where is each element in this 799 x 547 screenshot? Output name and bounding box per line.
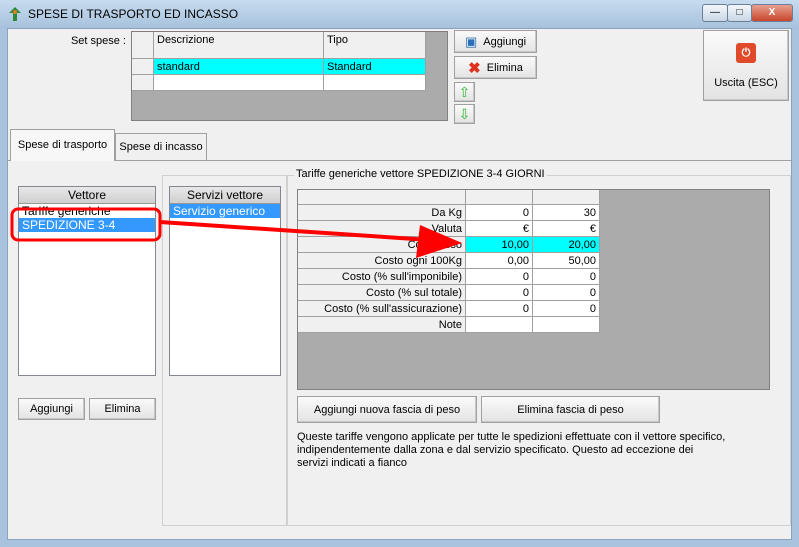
arrow-head-icon [416, 225, 462, 258]
highlight-box [10, 207, 162, 242]
annotation-overlay [10, 207, 462, 258]
annotation-arrow [159, 220, 431, 242]
